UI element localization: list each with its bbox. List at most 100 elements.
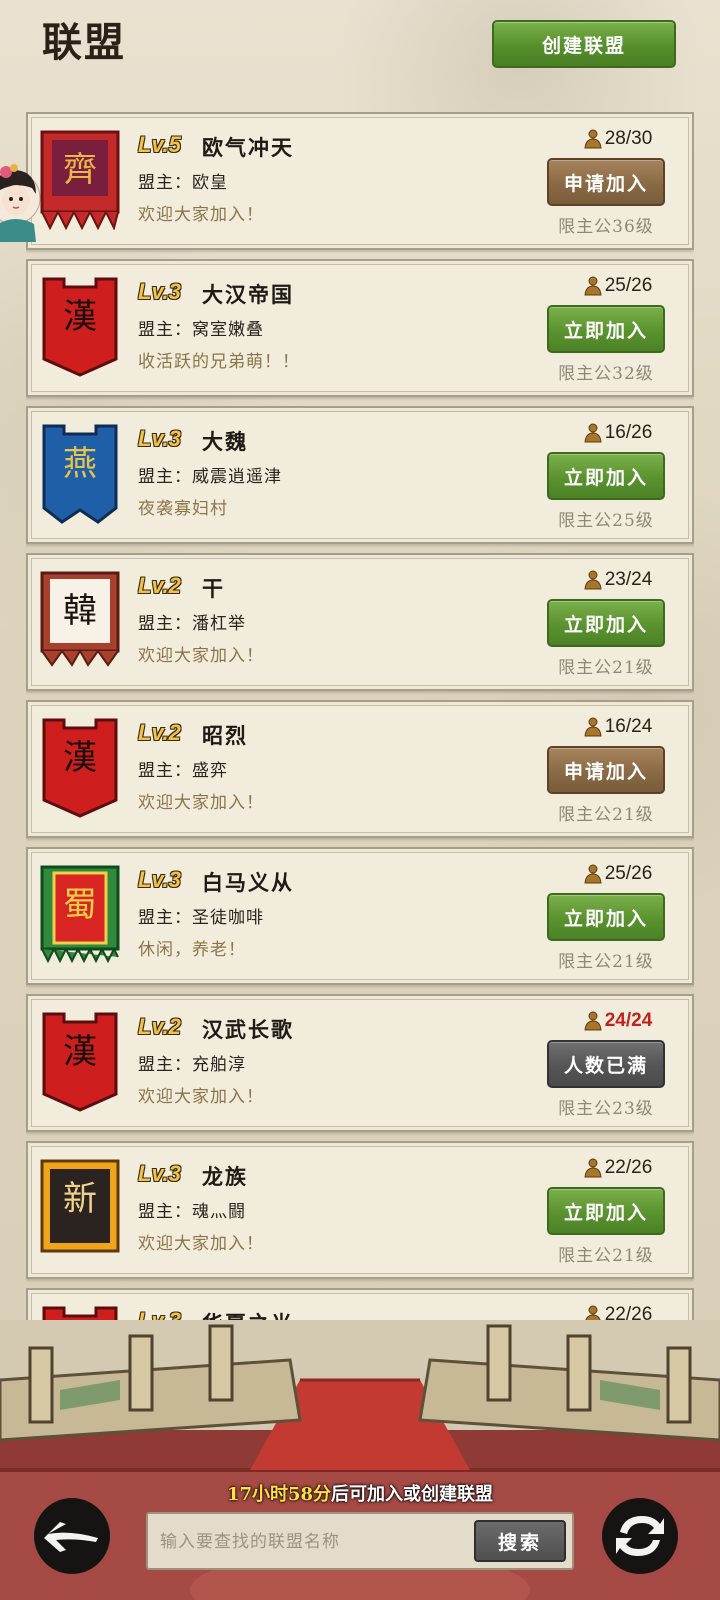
alliance-banner-icon: 蜀 <box>40 865 120 965</box>
member-icon <box>584 864 605 884</box>
join-button[interactable]: 立即加入 <box>547 1187 665 1235</box>
alliance-banner-icon: 漢 <box>40 277 120 377</box>
alliance-card[interactable]: 蜀 Lv.3 白马义从盟主：圣徒咖啡 休闲，养老！ 25/26 立即加入限主公21级 <box>26 847 694 985</box>
alliance-slogan: 欢迎大家加入！ <box>138 793 264 813</box>
alliance-level: Lv.2 <box>138 1014 181 1039</box>
member-count-text: 16/24 <box>604 716 653 737</box>
alliance-banner-icon: 新 <box>40 1159 120 1259</box>
member-count-text: 25/26 <box>604 275 653 296</box>
member-icon <box>584 129 605 149</box>
join-button[interactable]: 立即加入 <box>547 893 665 941</box>
alliance-card[interactable]: 齊 Lv.5 欧气冲天盟主：欧皇欢迎大家加入！ 28/30 申请加入限主公36级 <box>26 112 694 250</box>
member-icon <box>584 570 605 590</box>
alliance-level: Lv.2 <box>138 573 181 598</box>
level-requirement: 限主公32级 <box>558 364 654 384</box>
alliance-banner-icon: 漢 <box>40 718 120 818</box>
member-count: 16/24 <box>558 716 678 738</box>
member-icon <box>584 423 605 443</box>
search-bar: 搜索 <box>146 1512 574 1570</box>
member-count: 24/24 <box>558 1010 678 1032</box>
alliance-level: Lv.5 <box>138 132 181 157</box>
level-requirement: 限主公21级 <box>558 952 654 972</box>
alliance-leader: 盟主：魂灬闘 <box>138 1202 246 1222</box>
alliance-level: Lv.2 <box>138 720 181 745</box>
alliance-card[interactable]: 漢 Lv.3 大汉帝国盟主：窝室嫩叠收活跃的兄弟萌！！ 25/26 立即加入限主公32级 <box>26 259 694 397</box>
alliance-banner-icon: 韓 <box>40 571 120 671</box>
alliance-name: 欧气冲天 <box>202 135 294 160</box>
level-requirement: 限主公21级 <box>558 658 654 678</box>
member-count: 25/26 <box>558 863 678 885</box>
alliance-name: 昭烈 <box>202 723 248 748</box>
alliance-card[interactable]: 燕 Lv.3 大魏 盟主：威震逍遥津 夜袭寡妇村 16/26 立即加入 限主公25级 <box>26 406 694 544</box>
cooldown-text: 后可加入或创建联盟 <box>331 1484 494 1505</box>
alliance-slogan: 欢迎大家加入！ <box>138 205 264 225</box>
refresh-icon[interactable] <box>598 1494 682 1578</box>
banner-character: 韓 <box>63 591 97 631</box>
alliance-card[interactable]: 漢 Lv.2 昭烈盟主：盛弈欢迎大家加入！ 16/24 申请加入限主公21级 <box>26 700 694 838</box>
member-count-text: 22/26 <box>604 1157 653 1178</box>
member-icon <box>584 276 605 296</box>
create-alliance-button[interactable]: 创建联盟 <box>492 20 676 68</box>
page-title: 联盟 <box>42 19 126 66</box>
join-button[interactable]: 立即加入 <box>547 305 665 353</box>
advisor-avatar[interactable] <box>0 162 42 242</box>
alliance-banner-icon: 齊 <box>40 130 120 230</box>
alliance-leader: 盟主：圣徒咖啡 <box>138 908 264 928</box>
alliance-level: Lv.3 <box>138 279 181 304</box>
level-requirement: 限主公21级 <box>558 805 654 825</box>
banner-character: 齊 <box>63 150 97 190</box>
alliance-name: 白马义从 <box>202 870 294 895</box>
alliance-banner-icon: 漢 <box>40 1012 120 1112</box>
banner-character: 漢 <box>63 297 97 337</box>
member-count-text: 25/26 <box>604 863 653 884</box>
level-requirement: 限主公36级 <box>558 217 654 237</box>
member-icon <box>584 717 605 737</box>
full-button: 人数已满 <box>547 1040 665 1088</box>
alliance-slogan: 欢迎大家加入！ <box>138 646 264 666</box>
member-count: 28/30 <box>558 128 678 150</box>
alliance-slogan: 欢迎大家加入！ <box>138 1234 264 1254</box>
back-arrow-icon[interactable] <box>30 1494 114 1578</box>
alliance-name: 大汉帝国 <box>202 282 294 307</box>
alliance-level: Lv.3 <box>138 867 181 892</box>
alliance-card[interactable]: 漢 Lv.2 汉武长歌 盟主：充舶淳 欢迎大家加入！ 24/24 人数已满 限主公23级 <box>26 994 694 1132</box>
member-count: 25/26 <box>558 275 678 297</box>
member-count-text: 28/30 <box>604 128 653 149</box>
alliance-leader: 盟主：充舶淳 <box>138 1055 246 1075</box>
member-count: 16/26 <box>558 422 678 444</box>
alliance-banner-icon: 燕 <box>40 424 120 524</box>
member-count: 23/24 <box>558 569 678 591</box>
banner-character: 蜀 <box>63 885 97 925</box>
search-input[interactable] <box>156 1522 468 1562</box>
apply-button[interactable]: 申请加入 <box>547 158 665 206</box>
member-count-text: 23/24 <box>604 569 653 590</box>
alliance-slogan: 夜袭寡妇村 <box>138 499 228 519</box>
level-requirement: 限主公21级 <box>558 1246 654 1266</box>
alliance-card[interactable]: 韓 Lv.2 干盟主：潘杠举 欢迎大家加入！ 23/24 立即加入 限主公21级 <box>26 553 694 691</box>
alliance-level: Lv.3 <box>138 1161 181 1186</box>
member-count-text: 16/26 <box>604 422 653 443</box>
alliance-slogan: 欢迎大家加入！ <box>138 1087 264 1107</box>
join-button[interactable]: 立即加入 <box>547 452 665 500</box>
cooldown-time: 17小时58分 <box>226 1484 332 1505</box>
alliance-level: Lv.3 <box>138 426 181 451</box>
alliance-name: 龙族 <box>202 1164 248 1189</box>
level-requirement: 限主公23级 <box>558 1099 654 1119</box>
banner-character: 新 <box>63 1179 97 1219</box>
member-icon <box>584 1158 605 1178</box>
alliance-leader: 盟主：窝室嫩叠 <box>138 320 264 340</box>
level-requirement: 限主公25级 <box>558 511 654 531</box>
alliance-slogan: 收活跃的兄弟萌！！ <box>138 352 300 372</box>
alliance-name: 干 <box>202 576 225 601</box>
alliance-slogan: 休闲，养老！ <box>138 940 246 960</box>
alliance-leader: 盟主：盛弈 <box>138 761 228 781</box>
alliance-leader: 盟主：欧皇 <box>138 173 228 193</box>
alliance-leader: 盟主：威震逍遥津 <box>138 467 282 487</box>
banner-character: 漢 <box>63 738 97 778</box>
banner-character: 漢 <box>63 1032 97 1072</box>
apply-button[interactable]: 申请加入 <box>547 746 665 794</box>
alliance-list[interactable]: 齊 Lv.5 欧气冲天 盟主：欧皇 欢迎大家加入！ 28/30 申请加入 限主公36级漢 Lv.… <box>26 112 694 1340</box>
join-button[interactable]: 立即加入 <box>547 599 665 647</box>
alliance-card[interactable]: 新 Lv.3 龙族盟主：魂灬闘 欢迎大家加入！ 22/26 立即加入限主公21级 <box>26 1141 694 1279</box>
search-button[interactable]: 搜索 <box>474 1520 566 1562</box>
